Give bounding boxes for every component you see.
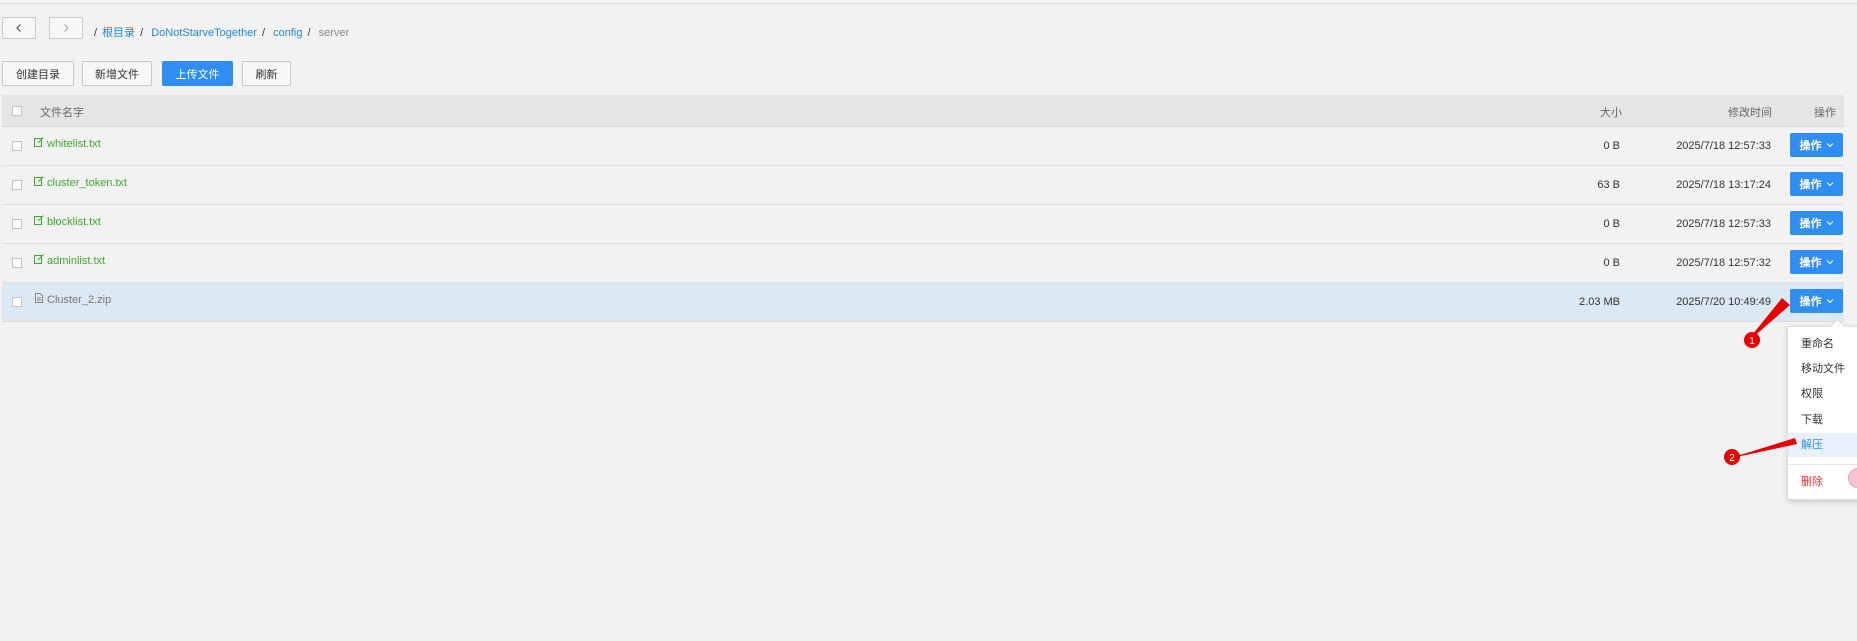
table-row[interactable]: cluster_token.txt 63 B 2025/7/18 13:17:2… — [2, 166, 1844, 205]
chevron-left-icon — [16, 24, 21, 32]
menu-item-delete[interactable]: 删除 — [1788, 470, 1857, 494]
annotation-marker-1 — [1744, 332, 1760, 348]
menu-item-download[interactable]: 下载 — [1788, 408, 1857, 432]
file-size: 2.03 MB — [1579, 296, 1620, 308]
breadcrumb-item[interactable]: DoNotStarveTogether — [151, 27, 257, 39]
table-row[interactable]: blocklist.txt 0 B 2025/7/18 12:57:33 操作 — [2, 205, 1844, 244]
row-checkbox[interactable] — [12, 258, 22, 268]
table-header: 文件名字 大小 修改时间 操作 — [2, 95, 1844, 127]
refresh-button[interactable]: 刷新 — [242, 61, 291, 86]
row-checkbox[interactable] — [12, 180, 22, 190]
top-border — [0, 0, 1857, 4]
header-action: 操作 — [1814, 107, 1836, 119]
file-icon — [35, 293, 43, 303]
create-dir-button[interactable]: 创建目录 — [2, 61, 74, 86]
table-row[interactable]: Cluster_2.zip 2.03 MB 2025/7/20 10:49:49… — [2, 283, 1844, 322]
edit-icon — [34, 137, 44, 147]
table-row[interactable]: adminlist.txt 0 B 2025/7/18 12:57:32 操作 — [2, 244, 1844, 283]
select-all-checkbox[interactable] — [12, 106, 22, 116]
file-mtime: 2025/7/20 10:49:49 — [1676, 296, 1771, 308]
new-file-button[interactable]: 新增文件 — [82, 61, 152, 86]
annotation-label-2: 2 — [1729, 453, 1735, 464]
breadcrumb-root[interactable]: 根目录 — [102, 27, 135, 39]
chevron-down-icon — [1826, 143, 1833, 148]
action-button[interactable]: 操作 — [1790, 211, 1843, 235]
file-mtime: 2025/7/18 12:57:33 — [1676, 218, 1771, 230]
menu-item-permission[interactable]: 权限 — [1788, 382, 1857, 406]
action-button[interactable]: 操作 — [1790, 250, 1843, 274]
file-size: 0 B — [1603, 140, 1620, 152]
chevron-down-icon — [1826, 182, 1833, 187]
header-name: 文件名字 — [40, 107, 84, 119]
header-mtime: 修改时间 — [1728, 107, 1772, 119]
menu-divider — [1788, 464, 1857, 465]
file-name-link[interactable]: blocklist.txt — [34, 215, 101, 228]
chevron-down-icon — [1826, 221, 1833, 226]
file-name[interactable]: Cluster_2.zip — [34, 293, 111, 306]
chevron-down-icon — [1826, 260, 1833, 265]
table-row[interactable]: whitelist.txt 0 B 2025/7/18 12:57:33 操作 — [2, 127, 1844, 166]
menu-item-extract[interactable]: 解压 — [1788, 433, 1857, 457]
row-checkbox[interactable] — [12, 141, 22, 151]
action-dropdown-menu: 重命名 移动文件 权限 下载 解压 删除 — [1787, 318, 1857, 500]
row-checkbox[interactable] — [12, 297, 22, 307]
edit-icon — [34, 254, 44, 264]
annotation-marker-2 — [1724, 449, 1740, 465]
breadcrumb: / 根目录 / DoNotStarveTogether / config / serve… — [94, 27, 350, 39]
file-mtime: 2025/7/18 12:57:32 — [1676, 257, 1771, 269]
upload-file-button[interactable]: 上传文件 — [162, 61, 233, 86]
file-name-link[interactable]: adminlist.txt — [34, 254, 105, 267]
annotation-label-1: 1 — [1749, 336, 1755, 347]
file-size: 0 B — [1603, 218, 1620, 230]
edit-icon — [34, 176, 44, 186]
file-size: 63 B — [1597, 179, 1620, 191]
menu-item-move[interactable]: 移动文件 — [1788, 357, 1857, 381]
file-table: 文件名字 大小 修改时间 操作 whitelist.txt 0 B 2025/7… — [2, 95, 1844, 322]
back-button[interactable] — [2, 17, 36, 39]
action-button[interactable]: 操作 — [1790, 172, 1843, 196]
menu-item-rename[interactable]: 重命名 — [1788, 332, 1857, 356]
header-size: 大小 — [1600, 107, 1622, 119]
breadcrumb-item[interactable]: config — [273, 27, 302, 39]
action-button[interactable]: 操作 — [1790, 289, 1843, 313]
file-mtime: 2025/7/18 13:17:24 — [1676, 179, 1771, 191]
file-name-link[interactable]: cluster_token.txt — [34, 176, 127, 189]
file-mtime: 2025/7/18 12:57:33 — [1676, 140, 1771, 152]
chevron-down-icon — [1826, 299, 1833, 304]
breadcrumb-current: server — [318, 27, 350, 39]
row-checkbox[interactable] — [12, 219, 22, 229]
chevron-right-icon — [64, 24, 69, 32]
forward-button[interactable] — [49, 17, 83, 39]
file-size: 0 B — [1603, 257, 1620, 269]
file-name-link[interactable]: whitelist.txt — [34, 137, 101, 150]
edit-icon — [34, 215, 44, 225]
action-button[interactable]: 操作 — [1790, 133, 1843, 157]
